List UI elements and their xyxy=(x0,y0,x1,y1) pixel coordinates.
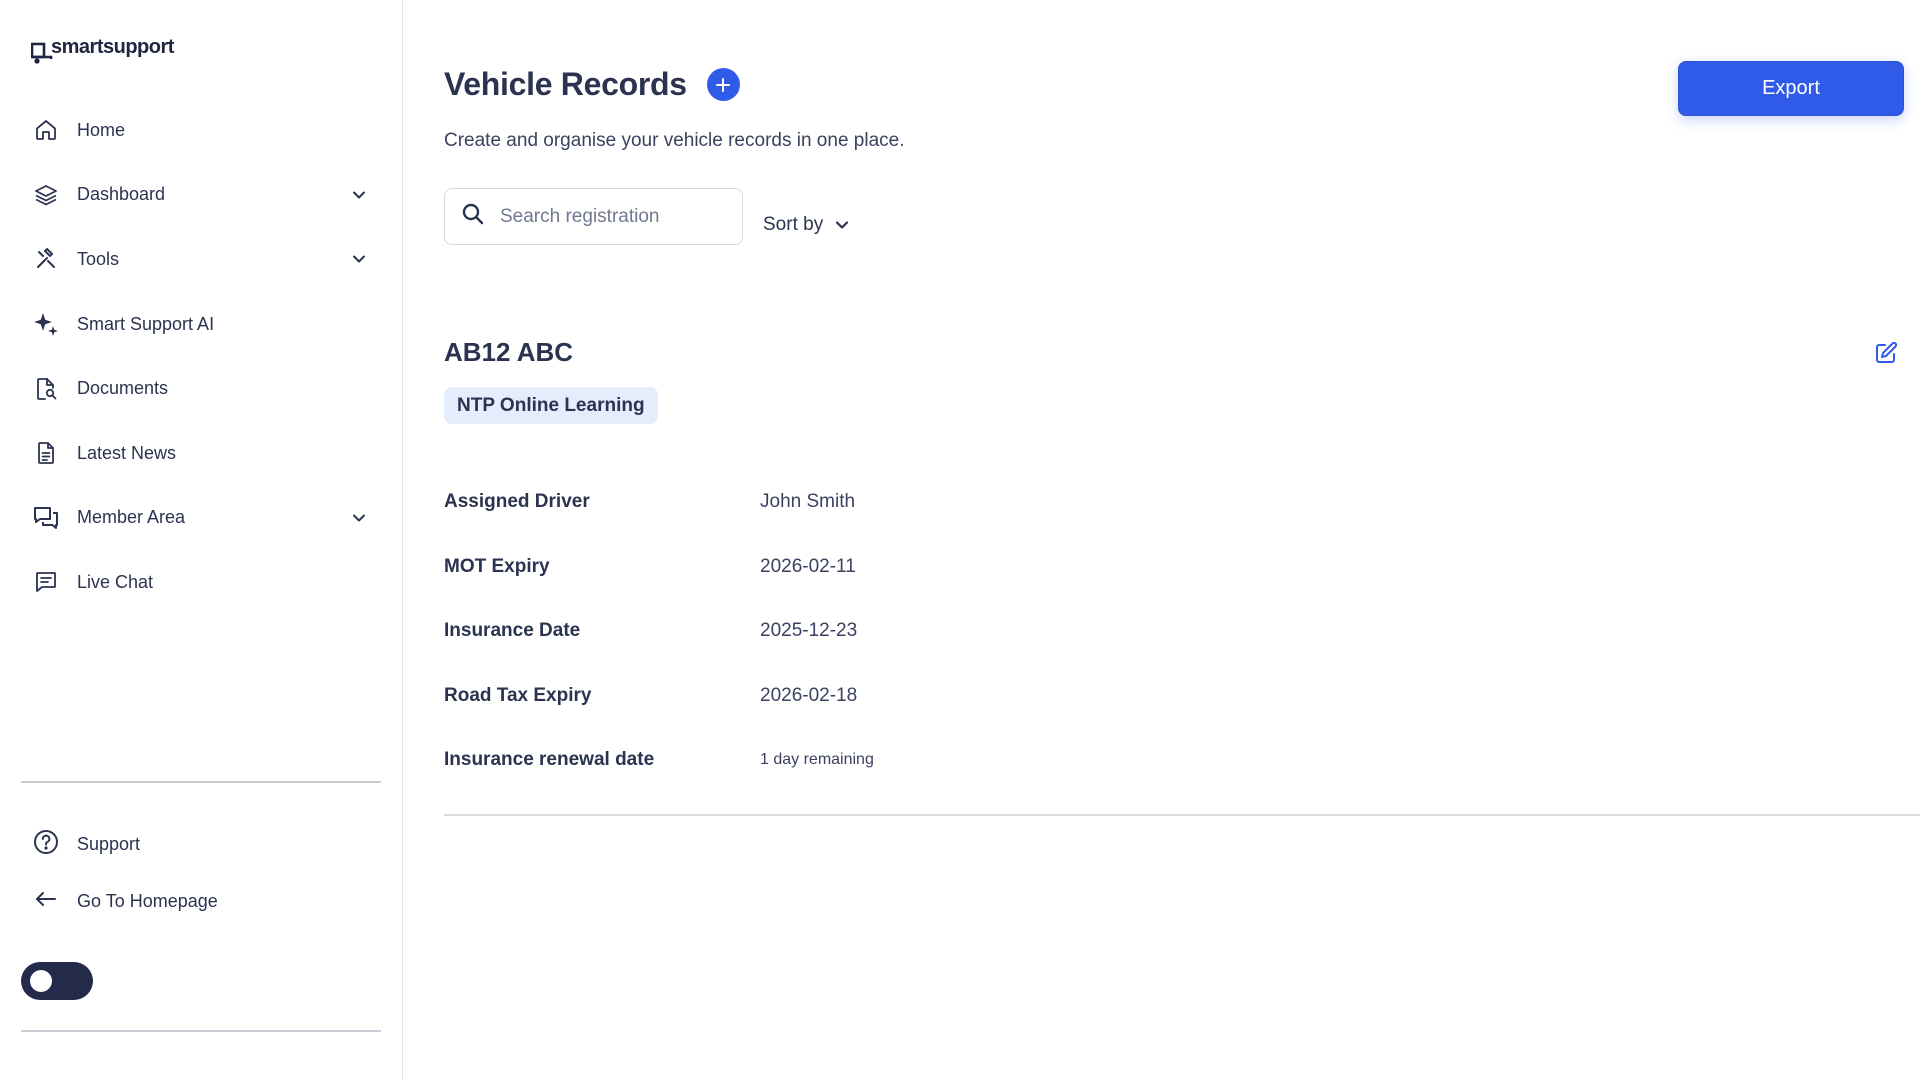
sort-dropdown[interactable]: Sort by xyxy=(763,214,851,236)
title-row: Vehicle Records xyxy=(444,66,740,103)
tools-icon xyxy=(33,246,59,272)
toggle-knob xyxy=(30,970,52,992)
field-value: 1 day remaining xyxy=(760,751,874,769)
sidebar-item-label: Documents xyxy=(77,378,169,399)
layers-icon xyxy=(33,182,59,208)
support-link[interactable]: Support xyxy=(33,829,140,859)
help-circle-icon xyxy=(33,829,59,860)
record-divider xyxy=(444,814,1920,816)
chevron-down-icon[interactable] xyxy=(349,185,369,205)
field-value: 2025-12-23 xyxy=(760,620,858,642)
edit-icon[interactable] xyxy=(1874,341,1898,365)
home-icon xyxy=(33,117,59,143)
field-label: Assigned Driver xyxy=(444,491,590,513)
page-subtitle: Create and organise your vehicle records… xyxy=(444,130,905,151)
app-root: smartsupport Home Dashboard Tools Smart … xyxy=(0,0,1920,1080)
record-fields: Assigned Driver John Smith MOT Expiry 20… xyxy=(444,470,1904,793)
arrow-left-icon xyxy=(33,886,59,917)
sidebar-divider xyxy=(21,781,381,783)
page-title: Vehicle Records xyxy=(444,66,687,102)
field-value: John Smith xyxy=(760,491,856,513)
sidebar-item-dashboard[interactable]: Dashboard xyxy=(0,163,403,228)
field-label: Insurance renewal date xyxy=(444,749,655,771)
record-tag: NTP Online Learning xyxy=(444,387,658,424)
sidebar-item-label: Home xyxy=(77,119,126,140)
chevron-down-icon[interactable] xyxy=(349,249,369,269)
sidebar-nav: Home Dashboard Tools Smart Support AI Do… xyxy=(0,98,403,615)
record-registration: AB12 ABC xyxy=(444,337,574,367)
sidebar-item-label: Dashboard xyxy=(77,184,166,205)
sidebar-item-documents[interactable]: Documents xyxy=(0,356,403,421)
field-row: Road Tax Expiry 2026-02-18 xyxy=(444,664,1904,729)
sidebar-divider xyxy=(21,1030,381,1032)
field-row: Insurance Date 2025-12-23 xyxy=(444,599,1904,664)
field-label: MOT Expiry xyxy=(444,555,550,577)
chevron-down-icon[interactable] xyxy=(349,508,369,528)
chat-icon xyxy=(33,569,59,595)
document-search-icon xyxy=(33,376,59,402)
sidebar-item-member-area[interactable]: Member Area xyxy=(0,486,403,551)
field-label: Road Tax Expiry xyxy=(444,684,592,706)
chat-bubbles-icon xyxy=(33,505,59,531)
export-button[interactable]: Export xyxy=(1678,61,1904,116)
field-row: Insurance renewal date 1 day remaining xyxy=(444,728,1904,793)
sidebar-item-label: Member Area xyxy=(77,507,186,528)
sort-label: Sort by xyxy=(763,214,824,235)
field-row: Assigned Driver John Smith xyxy=(444,470,1904,535)
chevron-down-icon xyxy=(836,221,849,229)
sidebar-item-label: Tools xyxy=(77,248,120,269)
main-content: Vehicle Records Create and organise your… xyxy=(404,0,1920,1080)
search-box xyxy=(444,188,743,245)
go-to-homepage-link[interactable]: Go To Homepage xyxy=(33,886,218,916)
field-value: 2026-02-18 xyxy=(760,684,858,706)
search-icon xyxy=(461,202,485,231)
field-value: 2026-02-11 xyxy=(760,555,856,577)
theme-toggle[interactable] xyxy=(21,962,93,1000)
brand-logo[interactable]: smartsupport xyxy=(31,34,174,64)
field-label: Insurance Date xyxy=(444,620,581,642)
sidebar-item-label: Latest News xyxy=(77,442,177,463)
field-row: MOT Expiry 2026-02-11 xyxy=(444,535,1904,600)
add-record-button[interactable] xyxy=(706,68,740,101)
sidebar-item-home[interactable]: Home xyxy=(0,98,403,163)
sidebar: smartsupport Home Dashboard Tools Smart … xyxy=(0,0,403,1080)
sidebar-item-label: Smart Support AI xyxy=(77,313,215,334)
brand-name: smartsupport xyxy=(51,36,174,58)
sidebar-item-tools[interactable]: Tools xyxy=(0,227,403,292)
sidebar-item-smart-support-ai[interactable]: Smart Support AI xyxy=(0,292,403,357)
go-to-homepage-label: Go To Homepage xyxy=(77,890,218,911)
sidebar-item-label: Live Chat xyxy=(77,571,154,592)
plus-icon xyxy=(716,77,731,92)
truck-logo-icon xyxy=(31,42,53,64)
sidebar-item-live-chat[interactable]: Live Chat xyxy=(0,550,403,615)
support-label: Support xyxy=(77,833,141,854)
sparkles-icon xyxy=(33,311,59,337)
newspaper-icon xyxy=(33,440,59,466)
search-input[interactable] xyxy=(500,205,710,228)
sidebar-item-latest-news[interactable]: Latest News xyxy=(0,421,403,486)
